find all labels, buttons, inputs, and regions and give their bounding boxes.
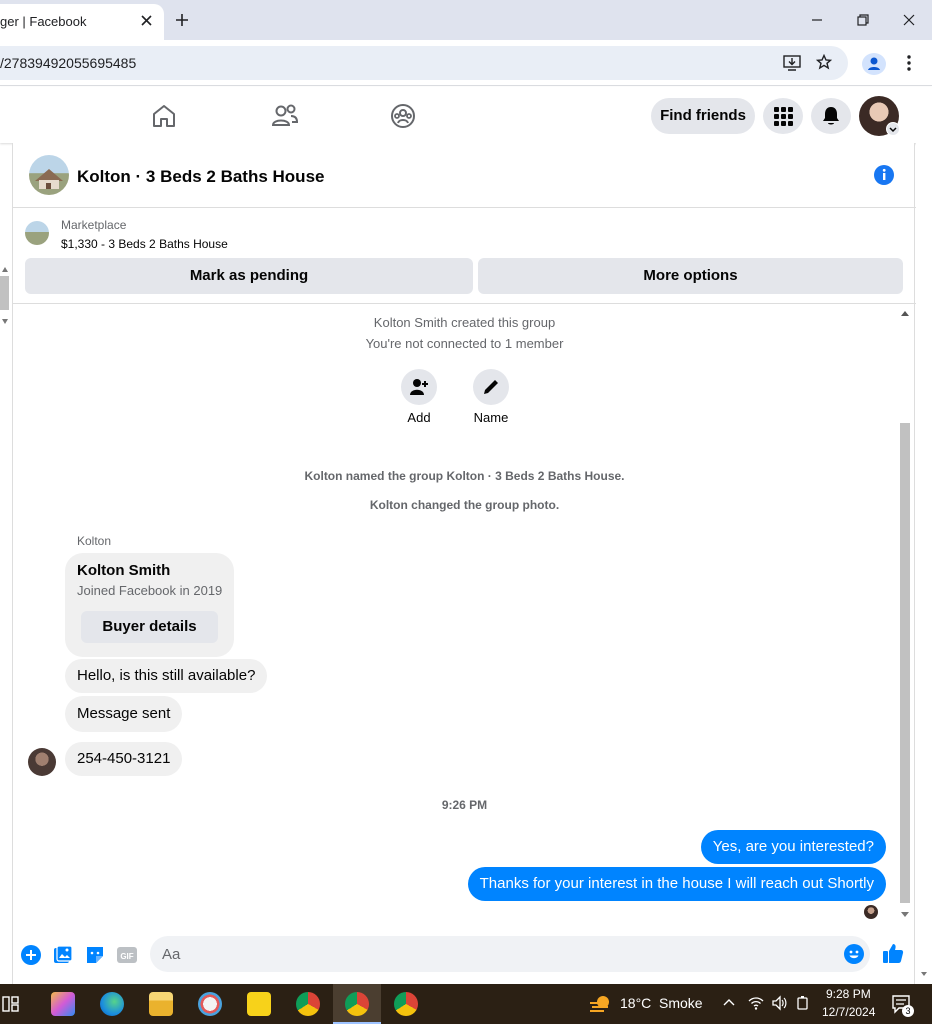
side-scrollbar[interactable] — [0, 260, 10, 330]
weather-haze-icon[interactable] — [588, 993, 614, 1015]
battery-icon[interactable] — [796, 995, 810, 1011]
omnibox[interactable]: /27839492055695485 — [0, 46, 848, 80]
plus-icon[interactable] — [21, 945, 41, 965]
name-label: Name — [473, 410, 509, 425]
name-group-button[interactable] — [473, 369, 509, 405]
chat-title[interactable]: Kolton · 3 Beds 2 Baths House — [77, 167, 324, 187]
listing-thumbnail[interactable] — [25, 221, 49, 245]
weather-condition[interactable]: Smoke — [659, 995, 703, 1011]
weather-temperature[interactable]: 18°C — [620, 995, 651, 1011]
windows-taskbar: 18°C Smoke 9:28 PM 12/7/2024 3 — [0, 984, 932, 1024]
bell-icon — [821, 106, 841, 126]
listing-title[interactable]: $1,330 - 3 Beds 2 Baths House — [61, 237, 228, 251]
page-scrollbar[interactable] — [916, 143, 932, 986]
install-app-icon[interactable] — [783, 55, 801, 71]
minimize-icon[interactable] — [809, 12, 825, 28]
not-connected-notice: You're not connected to 1 member — [365, 336, 564, 351]
marketplace-label: Marketplace — [61, 218, 127, 232]
profile-icon[interactable] — [862, 53, 886, 75]
file-explorer-icon[interactable] — [149, 992, 173, 1016]
more-options-button[interactable]: More options — [478, 258, 903, 294]
task-view-icon[interactable] — [2, 994, 20, 1014]
add-label: Add — [407, 410, 431, 425]
group-created-notice: Kolton Smith created this group — [373, 315, 556, 330]
volume-icon[interactable] — [771, 995, 787, 1011]
browser-menu-icon[interactable] — [905, 54, 913, 72]
incoming-message[interactable]: 254-450-3121 — [65, 742, 183, 776]
sticker-icon[interactable] — [85, 945, 105, 965]
mark-as-pending-button[interactable]: Mark as pending — [25, 258, 473, 294]
wifi-icon[interactable] — [748, 995, 764, 1011]
browser-tab-strip: ger | Facebook — [0, 0, 932, 40]
find-friends-button[interactable]: Find friends — [651, 98, 755, 134]
message-input[interactable]: Aa — [150, 936, 870, 972]
outgoing-message[interactable]: Yes, are you interested? — [700, 830, 886, 864]
photo-changed-notice: Kolton changed the group photo. — [369, 498, 560, 512]
info-icon[interactable] — [874, 165, 894, 185]
notifications-button[interactable] — [811, 98, 851, 134]
messages-scrollbar[interactable] — [898, 308, 912, 923]
browser-tab[interactable]: ger | Facebook — [0, 4, 164, 40]
buyer-joined-text: Joined Facebook in 2019 — [77, 583, 223, 598]
home-icon[interactable] — [151, 103, 177, 129]
buyer-name: Kolton Smith — [77, 562, 171, 579]
add-member-button[interactable] — [401, 369, 437, 405]
marketplace-banner: Marketplace $1,330 - 3 Beds 2 Baths Hous… — [13, 209, 916, 304]
pencil-icon — [481, 377, 501, 397]
clock-time[interactable]: 9:28 PM — [826, 987, 871, 1001]
gallery-icon[interactable] — [53, 945, 73, 965]
message-placeholder: Aa — [162, 946, 181, 963]
add-person-icon — [409, 377, 429, 397]
url-text[interactable]: /27839492055695485 — [0, 55, 136, 71]
menu-button[interactable] — [763, 98, 803, 134]
incoming-message[interactable]: Hello, is this still available? — [65, 659, 268, 693]
read-receipt-avatar — [864, 905, 878, 919]
chevron-up-icon[interactable] — [722, 997, 736, 1007]
sender-avatar[interactable] — [28, 748, 56, 776]
group-photo[interactable] — [29, 155, 69, 195]
message-composer: GIF Aa — [13, 930, 916, 986]
notification-count-badge: 3 — [902, 1005, 914, 1017]
sticky-notes-icon[interactable] — [247, 992, 271, 1016]
paint-icon[interactable] — [198, 992, 222, 1016]
svg-text:GIF: GIF — [120, 952, 133, 961]
tab-title: ger | Facebook — [0, 14, 87, 29]
chat-header: Kolton · 3 Beds 2 Baths House — [13, 143, 916, 208]
address-bar-row: /27839492055695485 — [0, 40, 932, 86]
chevron-down-icon[interactable] — [886, 122, 900, 136]
restore-icon[interactable] — [855, 12, 871, 28]
groups-icon[interactable] — [390, 103, 416, 129]
edge-icon[interactable] — [100, 992, 124, 1016]
chrome-icon[interactable] — [296, 992, 320, 1016]
grid-menu-icon — [773, 106, 793, 126]
chat-panel: Kolton · 3 Beds 2 Baths House Marketplac… — [12, 143, 916, 986]
message-timestamp: 9:26 PM — [441, 798, 488, 812]
divider — [13, 303, 916, 304]
friends-icon[interactable] — [271, 103, 299, 129]
gif-icon[interactable]: GIF — [117, 945, 137, 965]
buyer-details-button[interactable]: Buyer details — [81, 611, 218, 643]
facebook-top-nav: Find friends — [0, 87, 932, 143]
incoming-message[interactable]: Message sent — [65, 696, 183, 732]
new-tab-icon[interactable] — [174, 12, 190, 28]
copilot-icon[interactable] — [51, 992, 75, 1016]
clock-date[interactable]: 12/7/2024 — [822, 1005, 875, 1019]
chrome-icon[interactable] — [345, 992, 369, 1016]
close-tab-icon[interactable] — [139, 13, 155, 29]
group-renamed-notice: Kolton named the group Kolton · 3 Beds 2… — [304, 469, 625, 483]
close-window-icon[interactable] — [901, 12, 917, 28]
emoji-icon[interactable] — [844, 944, 864, 964]
outgoing-message[interactable]: Thanks for your interest in the house I … — [467, 867, 886, 901]
scrollbar-thumb[interactable] — [900, 423, 910, 903]
sender-name: Kolton — [77, 534, 112, 548]
buyer-profile-card: Kolton Smith Joined Facebook in 2019 Buy… — [65, 553, 234, 657]
bookmark-star-icon[interactable] — [816, 54, 832, 70]
thumbs-up-icon[interactable] — [882, 942, 904, 964]
chrome-icon[interactable] — [394, 992, 418, 1016]
